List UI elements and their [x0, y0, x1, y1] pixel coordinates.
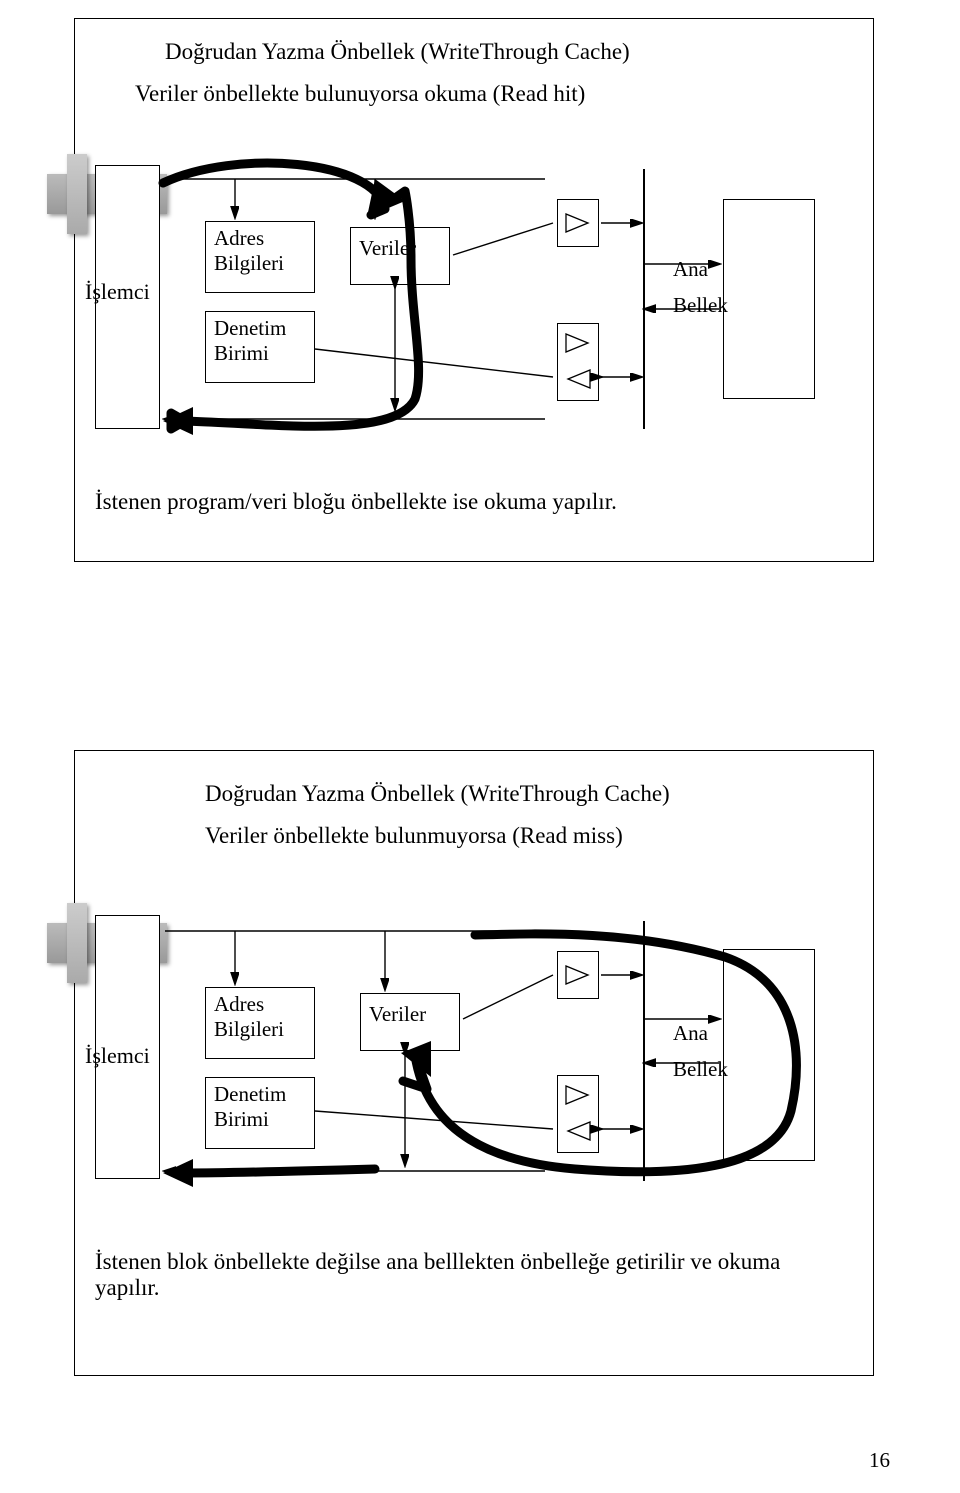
page-number: 16 [869, 1448, 890, 1473]
figure1-caption: İstenen program/veri bloğu önbellekte is… [95, 489, 617, 515]
figure-panel-1: Doğrudan Yazma Önbellek (WriteThrough Ca… [74, 18, 874, 562]
thick-path-readhit [75, 19, 873, 561]
figure2-caption: İstenen blok önbellekte değilse ana bell… [95, 1249, 835, 1301]
figure-panel-2: Doğrudan Yazma Önbellek (WriteThrough Ca… [74, 750, 874, 1376]
